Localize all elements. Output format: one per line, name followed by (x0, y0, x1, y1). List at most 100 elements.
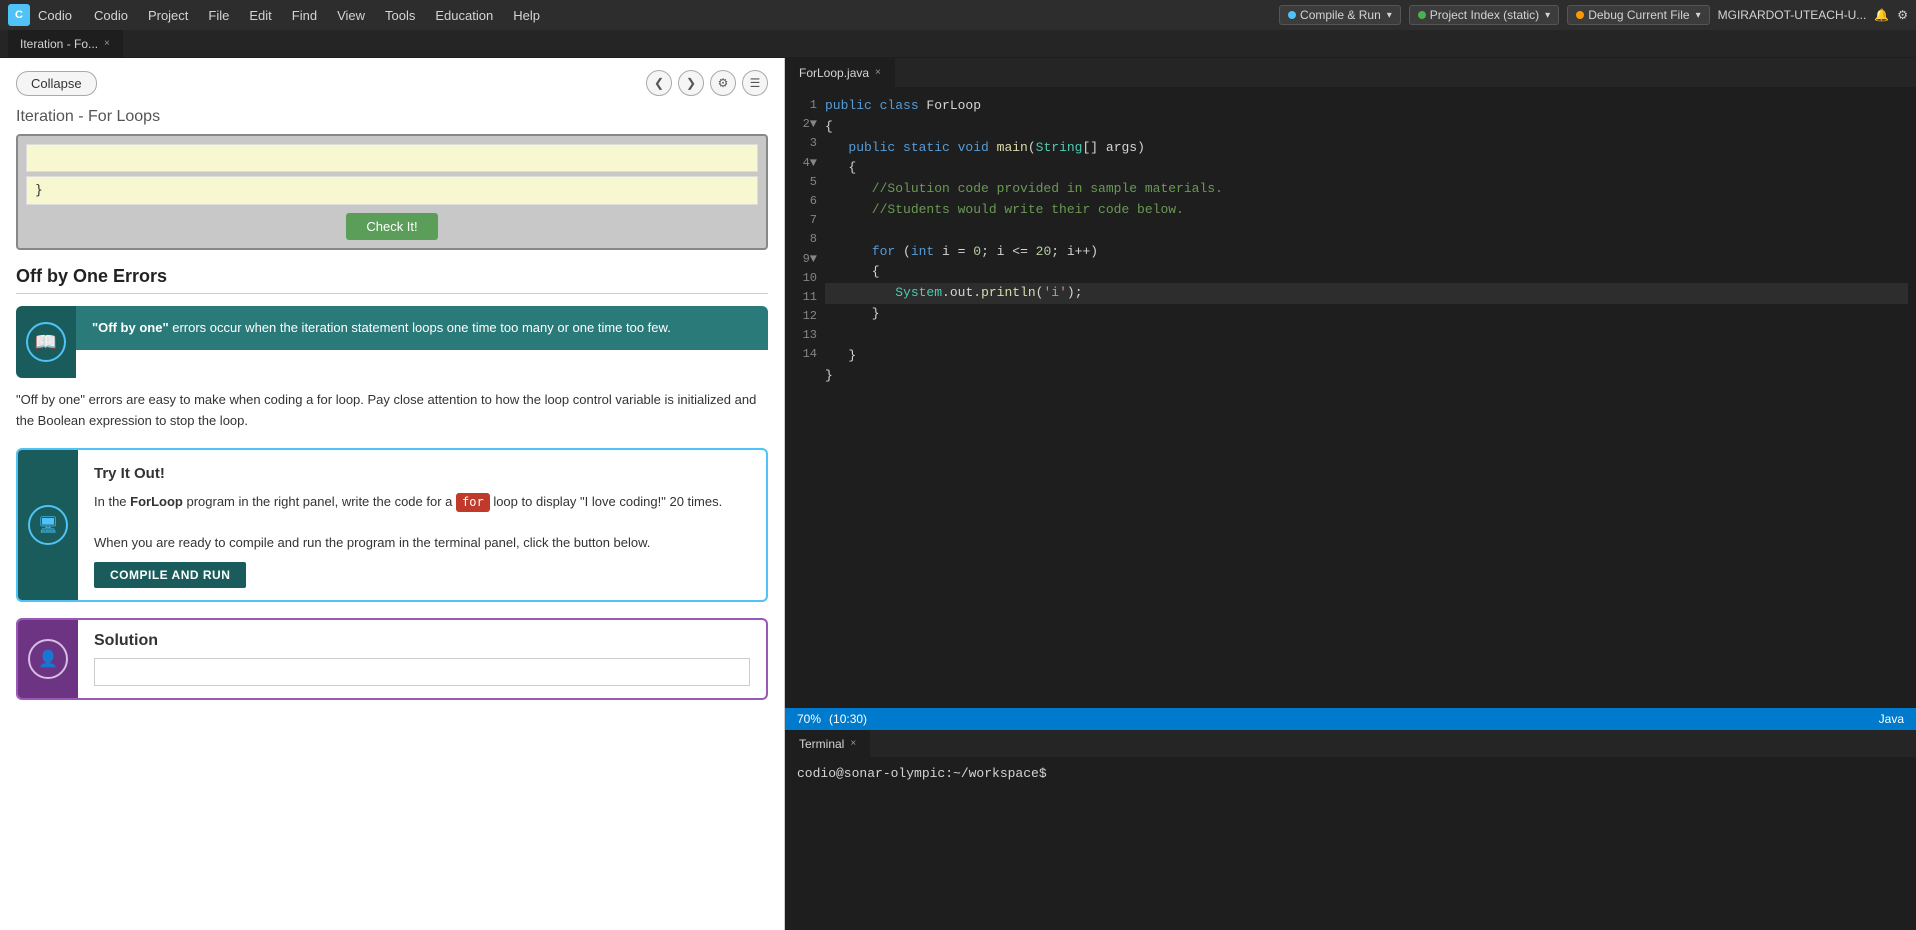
menu-item-tools[interactable]: Tools (375, 4, 425, 27)
off-by-one-text: errors occur when the iteration statemen… (169, 320, 671, 335)
app-name: Codio (38, 8, 72, 23)
code-editor[interactable]: 1 2▼ 3 4▼ 5 6 7 8 9▼ 10 11 12 13 14 publ… (785, 88, 1916, 708)
solution-body: Solution (78, 620, 766, 698)
debug-btn[interactable]: Debug Current File ▾ (1567, 5, 1709, 25)
tab-iteration-close[interactable]: × (104, 38, 110, 49)
compile-run-dot (1288, 11, 1296, 19)
code-line-editor-14: } (825, 366, 1908, 387)
user-info: MGIRARDOT-UTEACH-U... (1718, 8, 1867, 22)
settings-icon[interactable]: ⚙ (1897, 8, 1908, 22)
try-it-body: Try It Out! In the ForLoop program in th… (78, 450, 766, 600)
terminal-prompt: codio@sonar-olympic:~/workspace$ (797, 766, 1047, 781)
next-button[interactable]: ❯ (678, 70, 704, 96)
project-index-arrow: ▾ (1545, 10, 1550, 21)
app-logo: C (8, 4, 30, 26)
prev-button[interactable]: ❮ (646, 70, 672, 96)
editor-tab-label: ForLoop.java (799, 66, 869, 80)
menu-bar-right: Compile & Run ▾ Project Index (static) ▾… (1279, 5, 1908, 25)
line-numbers: 1 2▼ 3 4▼ 5 6 7 8 9▼ 10 11 12 13 14 (785, 96, 825, 700)
off-by-one-description: "Off by one" errors are easy to make whe… (16, 390, 768, 432)
code-line-editor-10: System.out.println('i'); (825, 283, 1908, 304)
menu-item-find[interactable]: Find (282, 4, 327, 27)
tab-bar: Iteration - Fo... × (0, 30, 1916, 58)
solution-input[interactable] (94, 658, 750, 686)
solution-title: Solution (94, 632, 750, 650)
monitor-icon: 🖥 (28, 505, 68, 545)
code-line-editor-9: { (825, 262, 1908, 283)
menu-bar: C Codio Codio Project File Edit Find Vie… (0, 0, 1916, 30)
code-line-1[interactable] (26, 144, 758, 172)
terminal-area: Terminal × codio@sonar-olympic:~/workspa… (785, 730, 1916, 930)
menu-item-file[interactable]: File (198, 4, 239, 27)
terminal-tab-label: Terminal (799, 737, 844, 751)
notification-icon[interactable]: 🔔 (1874, 8, 1889, 22)
status-position: (10:30) (829, 712, 867, 726)
editor-tab-bar: ForLoop.java × (785, 58, 1916, 88)
try-it-text-1: In the ForLoop program in the right pane… (94, 492, 750, 513)
project-index-dot (1418, 11, 1426, 19)
code-line-editor-3: public static void main(String[] args) (825, 138, 1908, 159)
check-it-button[interactable]: Check It! (346, 213, 437, 240)
page-settings-button[interactable]: ⚙ (710, 70, 736, 96)
status-language: Java (1879, 712, 1904, 726)
left-panel: Collapse ❮ ❯ ⚙ ☰ Iteration - For Loops }… (0, 58, 785, 930)
collapse-button[interactable]: Collapse (16, 71, 97, 96)
compile-run-toolbar-btn[interactable]: Compile & Run ▾ (1279, 5, 1401, 25)
solution-card: 👤 Solution (16, 618, 768, 700)
project-index-btn[interactable]: Project Index (static) ▾ (1409, 5, 1559, 25)
terminal-tab[interactable]: Terminal × (785, 730, 870, 758)
menu-item-edit[interactable]: Edit (239, 4, 281, 27)
off-by-one-card: 📖 "Off by one" errors occur when the ite… (16, 306, 768, 378)
code-line-editor-1: public class ForLoop (825, 96, 1908, 117)
terminal-tab-close[interactable]: × (850, 738, 856, 749)
code-line-editor-12 (825, 325, 1908, 346)
menu-item-codio[interactable]: Codio (84, 4, 138, 27)
code-line-editor-4: { (825, 158, 1908, 179)
project-index-label: Project Index (static) (1430, 8, 1539, 22)
page-title: Iteration - For Loops (0, 108, 784, 134)
code-line-editor-5: //Solution code provided in sample mater… (825, 179, 1908, 200)
terminal-tab-bar: Terminal × (785, 730, 1916, 758)
code-line-editor-11: } (825, 304, 1908, 325)
menu-item-view[interactable]: View (327, 4, 375, 27)
compile-run-label: Compile & Run (1300, 8, 1381, 22)
try-it-title: Try It Out! (94, 462, 750, 486)
try-it-card: 🖥 Try It Out! In the ForLoop program in … (16, 448, 768, 602)
code-line-editor-8: for (int i = 0; i <= 20; i++) (825, 242, 1908, 263)
code-line-editor-13: } (825, 346, 1908, 367)
code-line-editor-2: { (825, 117, 1908, 138)
status-zoom: 70% (797, 712, 821, 726)
code-line-editor-6: //Students would write their code below. (825, 200, 1908, 221)
code-lines: public class ForLoop { public static voi… (825, 96, 1916, 700)
menu-item-education[interactable]: Education (425, 4, 503, 27)
compile-run-button[interactable]: COMPILE AND RUN (94, 562, 246, 588)
editor-tab-forloop[interactable]: ForLoop.java × (785, 58, 896, 88)
off-by-one-card-icon: 📖 (16, 306, 76, 378)
page-list-button[interactable]: ☰ (742, 70, 768, 96)
for-badge: for (456, 493, 490, 512)
menu-item-project[interactable]: Project (138, 4, 198, 27)
code-input-area: } Check It! (16, 134, 768, 250)
debug-arrow: ▾ (1696, 10, 1701, 21)
tab-iteration[interactable]: Iteration - Fo... × (8, 30, 123, 58)
off-by-one-title: Off by One Errors (16, 266, 768, 294)
off-by-one-card-body: "Off by one" errors occur when the itera… (76, 306, 768, 350)
try-it-text-2: When you are ready to compile and run th… (94, 533, 750, 554)
main-layout: Collapse ❮ ❯ ⚙ ☰ Iteration - For Loops }… (0, 58, 1916, 930)
editor-tab-close[interactable]: × (875, 67, 881, 78)
debug-dot (1576, 11, 1584, 19)
collapse-area: Collapse ❮ ❯ ⚙ ☰ (0, 58, 784, 108)
terminal-content[interactable]: codio@sonar-olympic:~/workspace$ (785, 758, 1916, 930)
debug-label: Debug Current File (1588, 8, 1689, 22)
book-icon: 📖 (26, 322, 66, 362)
status-bar: 70% (10:30) Java (785, 708, 1916, 730)
menu-item-help[interactable]: Help (503, 4, 550, 27)
try-it-icon: 🖥 (18, 450, 78, 600)
compile-run-arrow: ▾ (1387, 10, 1392, 21)
code-line-editor-7 (825, 221, 1908, 242)
right-panel: ForLoop.java × 1 2▼ 3 4▼ 5 6 7 8 9▼ 10 1… (785, 58, 1916, 930)
code-line-2[interactable]: } (26, 176, 758, 205)
solution-icon: 👤 (18, 620, 78, 698)
tab-iteration-label: Iteration - Fo... (20, 37, 98, 51)
nav-controls: ❮ ❯ ⚙ ☰ (646, 70, 768, 96)
